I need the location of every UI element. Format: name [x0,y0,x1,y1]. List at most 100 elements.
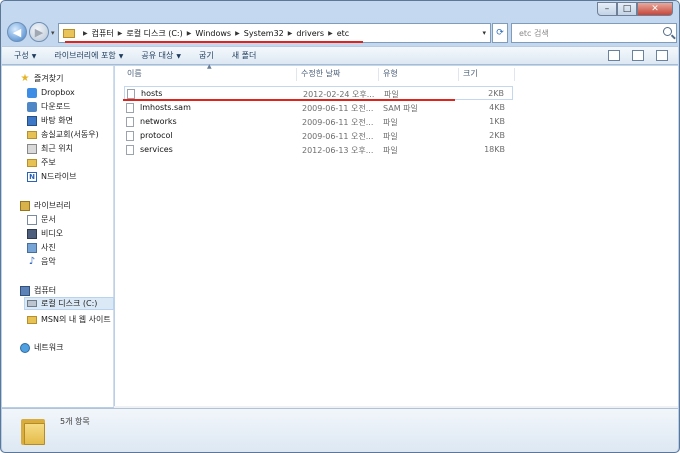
navigation-pane: ★ 즐겨찾기 Dropbox 다운로드 바탕 화면 송실교회(서동우) 최근 위치… [2,66,114,407]
sidebar-label: 라이브러리 [34,201,71,210]
breadcrumb-windows[interactable]: Windows [195,29,231,38]
window-controls: – □ ✕ [597,2,673,16]
dropbox-icon [27,87,37,98]
column-header-date[interactable]: 수정한 날짜 [301,68,340,79]
close-button[interactable]: ✕ [637,2,673,16]
sidebar-label: 음악 [41,257,56,266]
file-row-hosts[interactable]: hosts 2012-02-24 오후... 파일 2KB [124,86,513,100]
breadcrumb-system32[interactable]: System32 [244,29,284,38]
sidebar-item-ndrive[interactable]: N N드라이브 [27,170,76,183]
file-row-networks[interactable]: networks 2009-06-11 오전... 파일 1KB [124,115,513,129]
column-divider[interactable] [514,68,515,81]
chevron-right-icon[interactable]: ▶ [328,30,333,37]
search-input[interactable]: etc 검색 [511,23,677,43]
sidebar-item-pictures[interactable]: 사진 [27,241,56,254]
address-highlight-underline [65,41,363,43]
star-icon: ★ [20,72,30,84]
column-divider[interactable] [296,68,297,81]
sidebar-item-desktop[interactable]: 바탕 화면 [27,114,73,127]
sidebar-item-libraries[interactable]: 라이브러리 [20,199,71,212]
sidebar-item-network[interactable]: 네트워크 [20,341,63,354]
sidebar-label: Dropbox [41,88,75,97]
sidebar-item-bulletin[interactable]: 주보 [27,156,56,169]
share-with-label: 공유 대상 [141,51,174,60]
chevron-right-icon[interactable]: ▶ [83,30,88,37]
minimize-button[interactable]: – [597,2,617,16]
preview-pane-icon[interactable] [632,50,644,61]
sidebar-item-downloads[interactable]: 다운로드 [27,100,70,113]
view-options [608,50,668,61]
ndrive-icon: N [27,171,37,182]
folder-icon [63,28,75,38]
search-icon[interactable] [663,27,672,36]
sidebar-label: 비디오 [41,229,64,238]
sidebar-item-videos[interactable]: 비디오 [27,227,63,240]
sidebar-item-local-disk[interactable]: 로컬 디스크 (C:) [24,297,114,310]
file-date: 2009-06-11 오전... [302,118,374,127]
back-button[interactable]: ◀ [7,22,27,42]
column-header-type[interactable]: 유형 [383,68,398,79]
document-icon [27,214,37,225]
sidebar-label: 최근 위치 [41,144,73,153]
breadcrumb-etc[interactable]: etc [337,29,349,38]
chevron-right-icon[interactable]: ▶ [235,30,240,37]
folder-icon [27,315,37,324]
sidebar-item-favorites[interactable]: ★ 즐겨찾기 [20,72,64,85]
chevron-right-icon[interactable]: ▶ [187,30,192,37]
computer-icon [20,285,30,296]
help-icon[interactable] [656,50,668,61]
sidebar-item-recent-places[interactable]: 최근 위치 [27,142,73,155]
folder-icon [21,417,45,445]
file-row-protocol[interactable]: protocol 2009-06-11 오전... 파일 2KB [124,129,513,143]
sidebar-item-computer[interactable]: 컴퓨터 [20,284,56,297]
file-row-lmhosts[interactable]: lmhosts.sam 2009-06-11 오전... SAM 파일 4KB [124,101,513,115]
organize-button[interactable]: 구성 ▼ [14,50,36,61]
refresh-button[interactable]: ⟳ [492,23,508,43]
sidebar-label: N드라이브 [41,172,77,181]
sidebar-item-music[interactable]: ♪ 음악 [27,255,56,268]
burn-button[interactable]: 굽기 [199,50,214,61]
disk-icon [27,300,37,307]
picture-icon [27,242,37,253]
breadcrumb-local-disk[interactable]: 로컬 디스크 (C:) [126,28,182,39]
sidebar-item-church[interactable]: 송실교회(서동우) [27,128,99,141]
sidebar-item-dropbox[interactable]: Dropbox [27,86,75,99]
sidebar-label: 바탕 화면 [41,116,73,125]
folder-icon [27,130,37,139]
column-divider[interactable] [378,68,379,81]
breadcrumb-computer[interactable]: 컴퓨터 [92,28,114,39]
address-bar[interactable]: ▶ 컴퓨터 ▶ 로컬 디스크 (C:) ▶ Windows ▶ System32… [58,23,491,43]
network-icon [20,342,30,353]
video-icon [27,228,37,239]
chevron-right-icon[interactable]: ▶ [288,30,293,37]
sidebar-label: 네트워크 [34,343,64,352]
command-toolbar: 구성 ▼ 라이브러리에 포함 ▼ 공유 대상 ▼ 굽기 새 폴더 [2,46,678,65]
maximize-button[interactable]: □ [617,2,637,16]
breadcrumb-drivers[interactable]: drivers [296,29,324,38]
file-size: 1KB [489,117,505,126]
sidebar-label: 사진 [41,243,56,252]
column-header-name[interactable]: 이름 [127,68,142,79]
music-icon: ♪ [28,255,36,267]
chevron-right-icon[interactable]: ▶ [118,30,123,37]
include-in-library-button[interactable]: 라이브러리에 포함 ▼ [54,50,123,61]
share-with-button[interactable]: 공유 대상 ▼ [141,50,181,61]
new-folder-button[interactable]: 새 폴더 [232,50,257,61]
recent-pages-dropdown-icon[interactable]: ▾ [51,29,55,37]
file-name: networks [140,117,177,126]
address-dropdown-icon[interactable]: ▾ [482,29,486,37]
column-divider[interactable] [458,68,459,81]
include-in-library-label: 라이브러리에 포함 [54,51,116,60]
column-header-size[interactable]: 크기 [463,68,478,79]
sidebar-label: 즐겨찾기 [34,74,64,83]
sidebar-item-msn-site[interactable]: MSN의 내 웹 사이트 [27,313,111,326]
forward-button[interactable]: ▶ [29,22,49,42]
download-icon [27,101,37,112]
change-view-icon[interactable] [608,50,620,61]
details-pane: 5개 항목 [2,408,678,452]
file-type: SAM 파일 [383,104,418,113]
file-icon [126,145,134,155]
library-icon [20,200,30,211]
file-row-services[interactable]: services 2012-06-13 오후... 파일 18KB [124,143,513,157]
sidebar-item-documents[interactable]: 문서 [27,213,56,226]
